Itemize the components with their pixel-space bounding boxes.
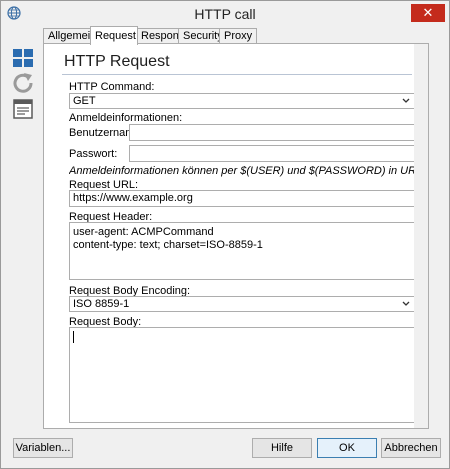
grid-icon[interactable]: [11, 46, 35, 70]
http-command-select[interactable]: GET: [69, 93, 415, 109]
chevron-down-icon: [402, 301, 410, 306]
http-command-value: GET: [73, 95, 96, 107]
text-caret: [73, 331, 74, 343]
title-bar[interactable]: HTTP call ✕: [1, 1, 449, 27]
request-header-field[interactable]: user-agent: ACMPCommand content-type: te…: [69, 222, 415, 280]
username-field[interactable]: [129, 124, 415, 141]
window-title: HTTP call: [194, 6, 256, 22]
document-icon[interactable]: [11, 97, 35, 121]
refresh-icon[interactable]: [11, 71, 35, 95]
heading-divider: [62, 74, 412, 75]
encoding-value: ISO 8859-1: [73, 298, 130, 310]
cancel-button[interactable]: Abbrechen: [381, 438, 441, 458]
panel-scrollbar[interactable]: [414, 44, 428, 428]
request-body-field[interactable]: [69, 327, 415, 423]
request-url-field[interactable]: https://www.example.org: [69, 190, 415, 207]
globe-icon: [7, 6, 21, 20]
request-panel: HTTP Request HTTP Command: GET Anmeldein…: [43, 43, 429, 429]
tab-proxy[interactable]: Proxy: [219, 28, 257, 44]
http-command-label: HTTP Command:: [69, 81, 155, 93]
chevron-down-icon: [402, 98, 410, 103]
page-title: HTTP Request: [64, 53, 170, 70]
password-label: Passwort:: [69, 148, 118, 160]
tab-allgemein[interactable]: Allgemein: [43, 28, 96, 44]
credentials-label: Anmeldeinformationen:: [69, 112, 183, 124]
tab-request[interactable]: Request: [90, 26, 138, 45]
dialog-window: HTTP call ✕ Allgemein Request Response S…: [0, 0, 450, 469]
ok-button[interactable]: OK: [317, 438, 377, 458]
close-button[interactable]: ✕: [411, 4, 445, 22]
encoding-select[interactable]: ISO 8859-1: [69, 296, 415, 312]
tab-security[interactable]: Security: [178, 28, 224, 44]
password-field[interactable]: [129, 145, 415, 162]
credentials-note: Anmeldeinformationen können per $(USER) …: [69, 165, 417, 177]
variables-button[interactable]: Variablen...: [13, 438, 73, 458]
help-button[interactable]: Hilfe: [252, 438, 312, 458]
